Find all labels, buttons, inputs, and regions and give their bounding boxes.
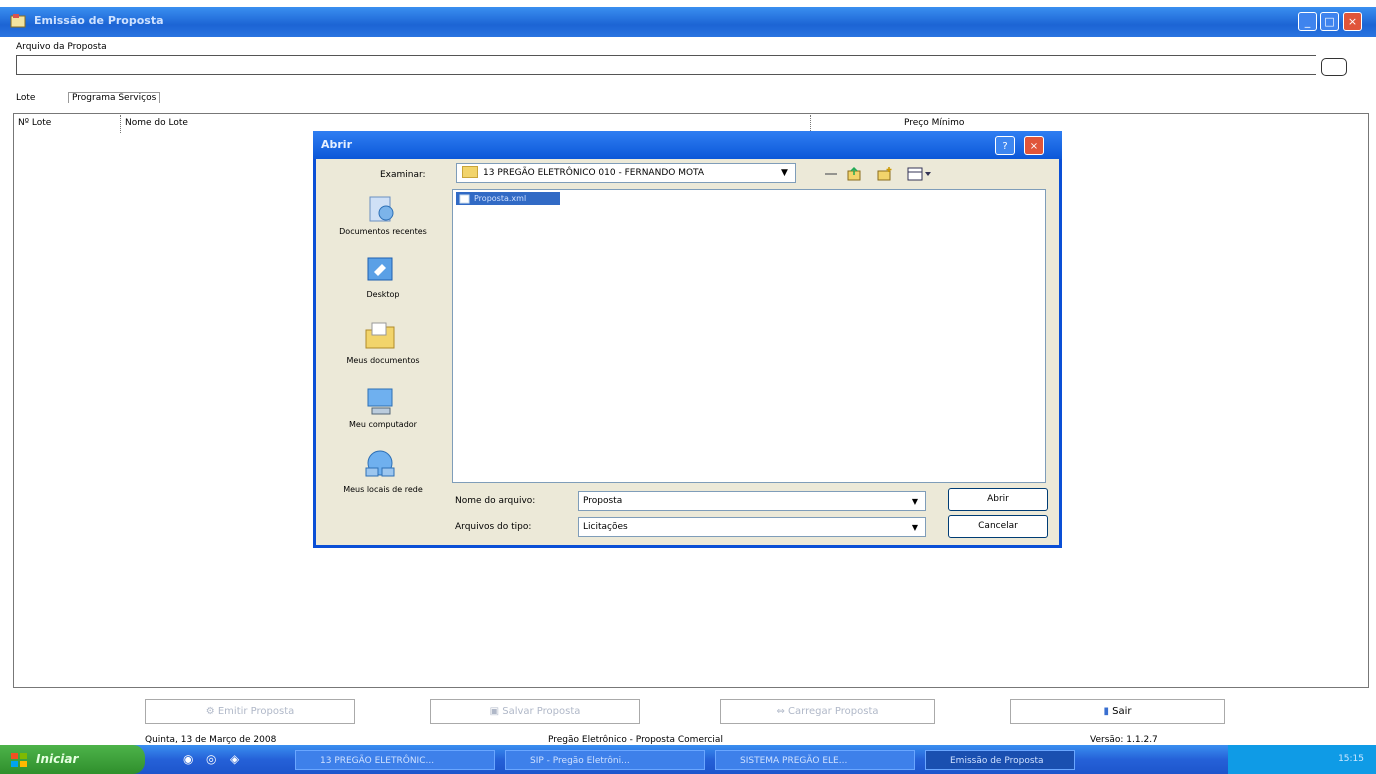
- browse-button[interactable]: [1321, 58, 1347, 76]
- dialog-title-bar[interactable]: Abrir: [313, 131, 1062, 159]
- clock[interactable]: 15:15: [1338, 745, 1364, 774]
- file-item-selected[interactable]: Proposta.xml: [456, 192, 560, 205]
- quicklaunch-browser-icon[interactable]: ◉: [183, 752, 193, 766]
- status-date: Quinta, 13 de Março de 2008: [145, 735, 277, 745]
- dialog-help-button[interactable]: ?: [995, 136, 1015, 155]
- desktop-icon[interactable]: [360, 256, 400, 288]
- maximize-button[interactable]: □: [1320, 12, 1339, 31]
- cancel-button[interactable]: Cancelar: [948, 515, 1048, 538]
- load-icon: ⇔: [776, 706, 789, 717]
- grid-header-lot-name[interactable]: Nome do Lote: [125, 118, 188, 128]
- close-icon: ×: [1347, 15, 1358, 28]
- quicklaunch-desktop-icon[interactable]: ◈: [230, 752, 239, 766]
- window-title: Emissão de Proposta: [34, 14, 164, 27]
- place-desktop[interactable]: Desktop: [320, 290, 446, 299]
- task-emissao[interactable]: Emissão de Proposta: [925, 750, 1075, 770]
- file-icon: [459, 194, 470, 204]
- network-places-icon[interactable]: [360, 448, 400, 480]
- file-name-input[interactable]: Proposta ▼: [578, 491, 926, 511]
- system-tray: 15:15: [1228, 745, 1376, 774]
- load-proposal-button[interactable]: ⇔ Carregar Proposta: [720, 699, 935, 724]
- my-documents-icon[interactable]: [360, 320, 400, 352]
- windows-logo-icon: [11, 753, 27, 767]
- tab-lote[interactable]: Lote: [16, 93, 35, 103]
- chevron-down-icon[interactable]: ▼: [776, 165, 793, 181]
- file-name-value: Proposta: [583, 496, 623, 506]
- app-icon: [10, 14, 26, 28]
- task-sistema[interactable]: SISTEMA PREGÃO ELE...: [715, 750, 915, 770]
- file-path-input[interactable]: [16, 55, 1316, 75]
- place-recent-documents[interactable]: Documentos recentes: [320, 227, 446, 236]
- file-item-label: Proposta.xml: [474, 194, 527, 203]
- dialog-close-button[interactable]: ×: [1024, 136, 1044, 155]
- file-path-label: Arquivo da Proposta: [16, 42, 107, 52]
- chevron-down-icon[interactable]: ▼: [907, 520, 923, 536]
- recent-documents-icon[interactable]: [360, 193, 400, 225]
- place-my-documents[interactable]: Meus documentos: [320, 356, 446, 365]
- task-folder[interactable]: 13 PREGÃO ELETRÔNIC...: [295, 750, 495, 770]
- look-in-dropdown[interactable]: 13 PREGÃO ELETRÔNICO 010 - FERNANDO MOTA: [456, 163, 796, 183]
- look-in-value: 13 PREGÃO ELETRÔNICO 010 - FERNANDO MOTA: [483, 168, 705, 178]
- grid-column-divider: [120, 115, 121, 133]
- folder-icon: [462, 166, 478, 178]
- look-in-label: Examinar:: [380, 170, 426, 180]
- open-button[interactable]: Abrir: [948, 488, 1048, 511]
- task-sip[interactable]: SIP - Pregão Eletrôni...: [505, 750, 705, 770]
- status-message: Pregão Eletrônico - Proposta Comercial: [548, 735, 723, 745]
- place-my-computer[interactable]: Meu computador: [320, 420, 446, 429]
- file-name-label: Nome do arquivo:: [455, 496, 536, 506]
- minimize-button[interactable]: _: [1298, 12, 1317, 31]
- my-computer-icon[interactable]: [360, 386, 400, 418]
- place-network[interactable]: Meus locais de rede: [320, 485, 446, 494]
- up-folder-icon[interactable]: [846, 166, 864, 182]
- exit-icon: ▮: [1103, 706, 1113, 717]
- exit-button[interactable]: ▮ Sair: [1010, 699, 1225, 724]
- window-title-bar[interactable]: Emissão de Proposta _ □ ×: [0, 7, 1376, 37]
- tab-programa-servicos[interactable]: Programa Serviços: [68, 92, 161, 103]
- emit-icon: ⚙: [205, 706, 218, 717]
- new-folder-icon[interactable]: [876, 166, 894, 182]
- file-type-label: Arquivos do tipo:: [455, 522, 532, 532]
- grid-header-min-price[interactable]: Preço Mínimo: [904, 118, 964, 128]
- quicklaunch-media-icon[interactable]: ◎: [206, 752, 216, 766]
- save-icon: ▣: [489, 706, 503, 717]
- status-version: Versão: 1.1.2.7: [1090, 735, 1158, 745]
- file-type-value: Licitações: [583, 522, 628, 532]
- close-button[interactable]: ×: [1343, 12, 1362, 31]
- file-type-dropdown[interactable]: Licitações ▼: [578, 517, 926, 537]
- grid-header-lot-number[interactable]: Nº Lote: [18, 118, 51, 128]
- view-menu-icon[interactable]: [906, 166, 932, 182]
- emit-proposal-button[interactable]: ⚙ Emitir Proposta: [145, 699, 355, 724]
- minimize-icon: _: [1304, 15, 1311, 28]
- chevron-down-icon[interactable]: ▼: [907, 494, 923, 510]
- maximize-icon: □: [1324, 15, 1335, 28]
- dialog-title: Abrir: [321, 138, 353, 151]
- save-proposal-button[interactable]: ▣ Salvar Proposta: [430, 699, 640, 724]
- file-list[interactable]: [452, 189, 1046, 483]
- back-icon[interactable]: [822, 166, 840, 182]
